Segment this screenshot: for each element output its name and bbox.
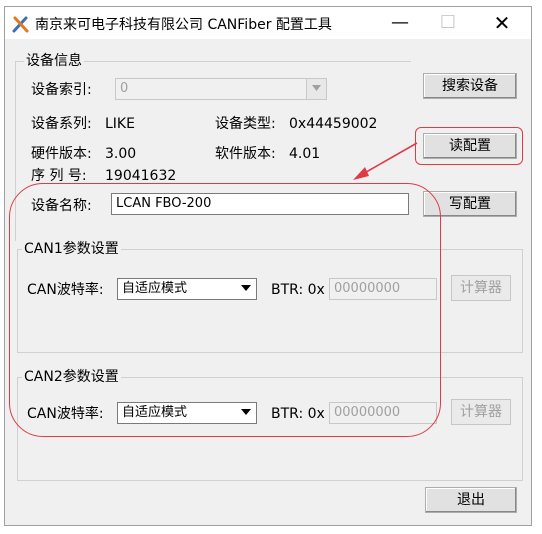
- app-window: 南京来可电子科技有限公司 CANFiber 配置工具 — ☐ ✕ 设备信息 设备…: [4, 6, 532, 526]
- search-device-button[interactable]: 搜索设备: [423, 73, 517, 99]
- device-info-title: 设备信息: [24, 52, 84, 70]
- window-title: 南京来可电子科技有限公司 CANFiber 配置工具: [35, 17, 332, 33]
- title-bar: 南京来可电子科技有限公司 CANFiber 配置工具 — ☐ ✕: [5, 7, 531, 39]
- read-config-highlight: [415, 127, 523, 165]
- chevron-down-icon: [306, 79, 326, 99]
- tools-icon: [12, 16, 29, 33]
- software-version-label: 软件版本:: [215, 146, 276, 162]
- software-version-value: 4.01: [289, 146, 321, 162]
- close-button[interactable]: ✕: [479, 7, 525, 39]
- device-index-value: 0: [120, 81, 129, 96]
- device-type-label: 设备类型:: [215, 116, 276, 132]
- can1-calculator-button[interactable]: 计算器: [451, 275, 511, 301]
- device-index-combo[interactable]: 0: [115, 78, 327, 100]
- device-series-label: 设备系列:: [31, 116, 92, 132]
- can2-calculator-button[interactable]: 计算器: [451, 399, 511, 425]
- arrow-annotation-icon: [353, 142, 418, 180]
- exit-button[interactable]: 退出: [425, 487, 517, 513]
- config-area-highlight: [9, 183, 441, 437]
- minimize-button[interactable]: —: [377, 7, 423, 39]
- hardware-version-value: 3.00: [105, 146, 137, 162]
- hardware-version-label: 硬件版本:: [31, 146, 92, 162]
- device-series-value: LIKE: [105, 116, 135, 132]
- maximize-button: ☐: [439, 12, 457, 33]
- device-type-value: 0x44459002: [289, 116, 378, 132]
- device-index-label: 设备索引:: [31, 82, 92, 98]
